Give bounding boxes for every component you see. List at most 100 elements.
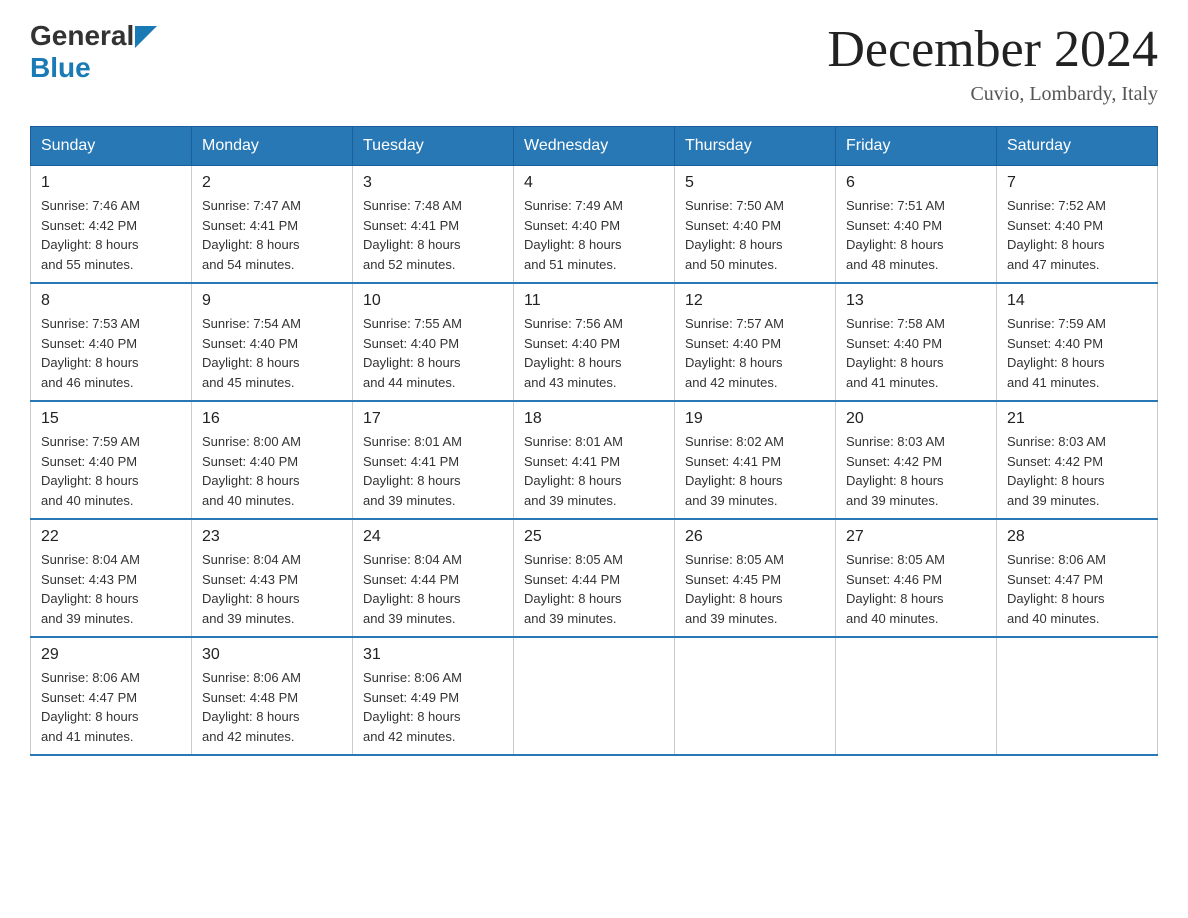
calendar-cell: 5 Sunrise: 7:50 AM Sunset: 4:40 PM Dayli… [675,166,836,284]
calendar-cell: 25 Sunrise: 8:05 AM Sunset: 4:44 PM Dayl… [514,519,675,637]
day-info: Sunrise: 7:57 AM Sunset: 4:40 PM Dayligh… [685,314,825,392]
calendar-cell: 20 Sunrise: 8:03 AM Sunset: 4:42 PM Dayl… [836,401,997,519]
day-info: Sunrise: 7:49 AM Sunset: 4:40 PM Dayligh… [524,196,664,274]
calendar-cell: 7 Sunrise: 7:52 AM Sunset: 4:40 PM Dayli… [997,166,1158,284]
calendar-table: SundayMondayTuesdayWednesdayThursdayFrid… [30,126,1158,756]
day-info: Sunrise: 7:53 AM Sunset: 4:40 PM Dayligh… [41,314,181,392]
calendar-cell: 31 Sunrise: 8:06 AM Sunset: 4:49 PM Dayl… [353,637,514,755]
day-info: Sunrise: 8:04 AM Sunset: 4:44 PM Dayligh… [363,550,503,628]
col-header-wednesday: Wednesday [514,127,675,166]
col-header-monday: Monday [192,127,353,166]
week-row-1: 1 Sunrise: 7:46 AM Sunset: 4:42 PM Dayli… [31,166,1158,284]
day-number: 22 [41,528,181,546]
day-info: Sunrise: 7:50 AM Sunset: 4:40 PM Dayligh… [685,196,825,274]
month-title: December 2024 [827,20,1158,79]
day-info: Sunrise: 8:05 AM Sunset: 4:44 PM Dayligh… [524,550,664,628]
day-info: Sunrise: 8:05 AM Sunset: 4:46 PM Dayligh… [846,550,986,628]
day-number: 15 [41,410,181,428]
calendar-cell [997,637,1158,755]
day-number: 27 [846,528,986,546]
day-number: 24 [363,528,503,546]
calendar-cell [514,637,675,755]
day-info: Sunrise: 7:47 AM Sunset: 4:41 PM Dayligh… [202,196,342,274]
day-info: Sunrise: 7:56 AM Sunset: 4:40 PM Dayligh… [524,314,664,392]
day-number: 12 [685,292,825,310]
calendar-cell: 19 Sunrise: 8:02 AM Sunset: 4:41 PM Dayl… [675,401,836,519]
week-row-2: 8 Sunrise: 7:53 AM Sunset: 4:40 PM Dayli… [31,283,1158,401]
day-number: 30 [202,646,342,664]
day-info: Sunrise: 7:51 AM Sunset: 4:40 PM Dayligh… [846,196,986,274]
logo-blue-text: Blue [30,52,91,84]
day-info: Sunrise: 7:59 AM Sunset: 4:40 PM Dayligh… [1007,314,1147,392]
day-info: Sunrise: 7:58 AM Sunset: 4:40 PM Dayligh… [846,314,986,392]
logo-triangle-icon [135,26,157,48]
calendar-cell: 3 Sunrise: 7:48 AM Sunset: 4:41 PM Dayli… [353,166,514,284]
day-number: 8 [41,292,181,310]
day-info: Sunrise: 7:54 AM Sunset: 4:40 PM Dayligh… [202,314,342,392]
calendar-cell: 24 Sunrise: 8:04 AM Sunset: 4:44 PM Dayl… [353,519,514,637]
calendar-cell: 6 Sunrise: 7:51 AM Sunset: 4:40 PM Dayli… [836,166,997,284]
day-number: 31 [363,646,503,664]
calendar-cell: 27 Sunrise: 8:05 AM Sunset: 4:46 PM Dayl… [836,519,997,637]
calendar-cell: 8 Sunrise: 7:53 AM Sunset: 4:40 PM Dayli… [31,283,192,401]
week-row-3: 15 Sunrise: 7:59 AM Sunset: 4:40 PM Dayl… [31,401,1158,519]
day-number: 20 [846,410,986,428]
day-info: Sunrise: 8:04 AM Sunset: 4:43 PM Dayligh… [41,550,181,628]
day-number: 5 [685,174,825,192]
day-number: 7 [1007,174,1147,192]
title-section: December 2024 Cuvio, Lombardy, Italy [827,20,1158,106]
col-header-saturday: Saturday [997,127,1158,166]
day-number: 28 [1007,528,1147,546]
day-info: Sunrise: 8:06 AM Sunset: 4:47 PM Dayligh… [41,668,181,746]
calendar-cell: 10 Sunrise: 7:55 AM Sunset: 4:40 PM Dayl… [353,283,514,401]
day-info: Sunrise: 8:01 AM Sunset: 4:41 PM Dayligh… [524,432,664,510]
calendar-cell: 17 Sunrise: 8:01 AM Sunset: 4:41 PM Dayl… [353,401,514,519]
col-header-sunday: Sunday [31,127,192,166]
day-info: Sunrise: 7:46 AM Sunset: 4:42 PM Dayligh… [41,196,181,274]
calendar-cell: 14 Sunrise: 7:59 AM Sunset: 4:40 PM Dayl… [997,283,1158,401]
calendar-cell: 18 Sunrise: 8:01 AM Sunset: 4:41 PM Dayl… [514,401,675,519]
day-info: Sunrise: 8:01 AM Sunset: 4:41 PM Dayligh… [363,432,503,510]
calendar-cell: 16 Sunrise: 8:00 AM Sunset: 4:40 PM Dayl… [192,401,353,519]
week-row-4: 22 Sunrise: 8:04 AM Sunset: 4:43 PM Dayl… [31,519,1158,637]
day-info: Sunrise: 8:03 AM Sunset: 4:42 PM Dayligh… [846,432,986,510]
logo: General Blue [30,20,157,84]
day-info: Sunrise: 7:52 AM Sunset: 4:40 PM Dayligh… [1007,196,1147,274]
day-info: Sunrise: 8:03 AM Sunset: 4:42 PM Dayligh… [1007,432,1147,510]
calendar-cell: 22 Sunrise: 8:04 AM Sunset: 4:43 PM Dayl… [31,519,192,637]
calendar-cell: 11 Sunrise: 7:56 AM Sunset: 4:40 PM Dayl… [514,283,675,401]
day-number: 3 [363,174,503,192]
calendar-cell: 29 Sunrise: 8:06 AM Sunset: 4:47 PM Dayl… [31,637,192,755]
calendar-cell: 23 Sunrise: 8:04 AM Sunset: 4:43 PM Dayl… [192,519,353,637]
day-number: 16 [202,410,342,428]
day-info: Sunrise: 8:00 AM Sunset: 4:40 PM Dayligh… [202,432,342,510]
calendar-cell: 2 Sunrise: 7:47 AM Sunset: 4:41 PM Dayli… [192,166,353,284]
day-number: 4 [524,174,664,192]
col-header-thursday: Thursday [675,127,836,166]
day-number: 19 [685,410,825,428]
day-number: 13 [846,292,986,310]
calendar-cell: 21 Sunrise: 8:03 AM Sunset: 4:42 PM Dayl… [997,401,1158,519]
calendar-cell: 15 Sunrise: 7:59 AM Sunset: 4:40 PM Dayl… [31,401,192,519]
day-number: 11 [524,292,664,310]
day-info: Sunrise: 7:55 AM Sunset: 4:40 PM Dayligh… [363,314,503,392]
calendar-cell: 9 Sunrise: 7:54 AM Sunset: 4:40 PM Dayli… [192,283,353,401]
day-number: 17 [363,410,503,428]
location-text: Cuvio, Lombardy, Italy [827,83,1158,106]
day-info: Sunrise: 8:06 AM Sunset: 4:49 PM Dayligh… [363,668,503,746]
calendar-cell: 26 Sunrise: 8:05 AM Sunset: 4:45 PM Dayl… [675,519,836,637]
day-number: 29 [41,646,181,664]
day-info: Sunrise: 8:04 AM Sunset: 4:43 PM Dayligh… [202,550,342,628]
day-info: Sunrise: 7:48 AM Sunset: 4:41 PM Dayligh… [363,196,503,274]
day-number: 14 [1007,292,1147,310]
calendar-cell: 1 Sunrise: 7:46 AM Sunset: 4:42 PM Dayli… [31,166,192,284]
day-number: 23 [202,528,342,546]
day-number: 10 [363,292,503,310]
day-number: 18 [524,410,664,428]
day-number: 21 [1007,410,1147,428]
header-row: SundayMondayTuesdayWednesdayThursdayFrid… [31,127,1158,166]
day-info: Sunrise: 8:06 AM Sunset: 4:48 PM Dayligh… [202,668,342,746]
week-row-5: 29 Sunrise: 8:06 AM Sunset: 4:47 PM Dayl… [31,637,1158,755]
day-info: Sunrise: 8:02 AM Sunset: 4:41 PM Dayligh… [685,432,825,510]
day-info: Sunrise: 7:59 AM Sunset: 4:40 PM Dayligh… [41,432,181,510]
